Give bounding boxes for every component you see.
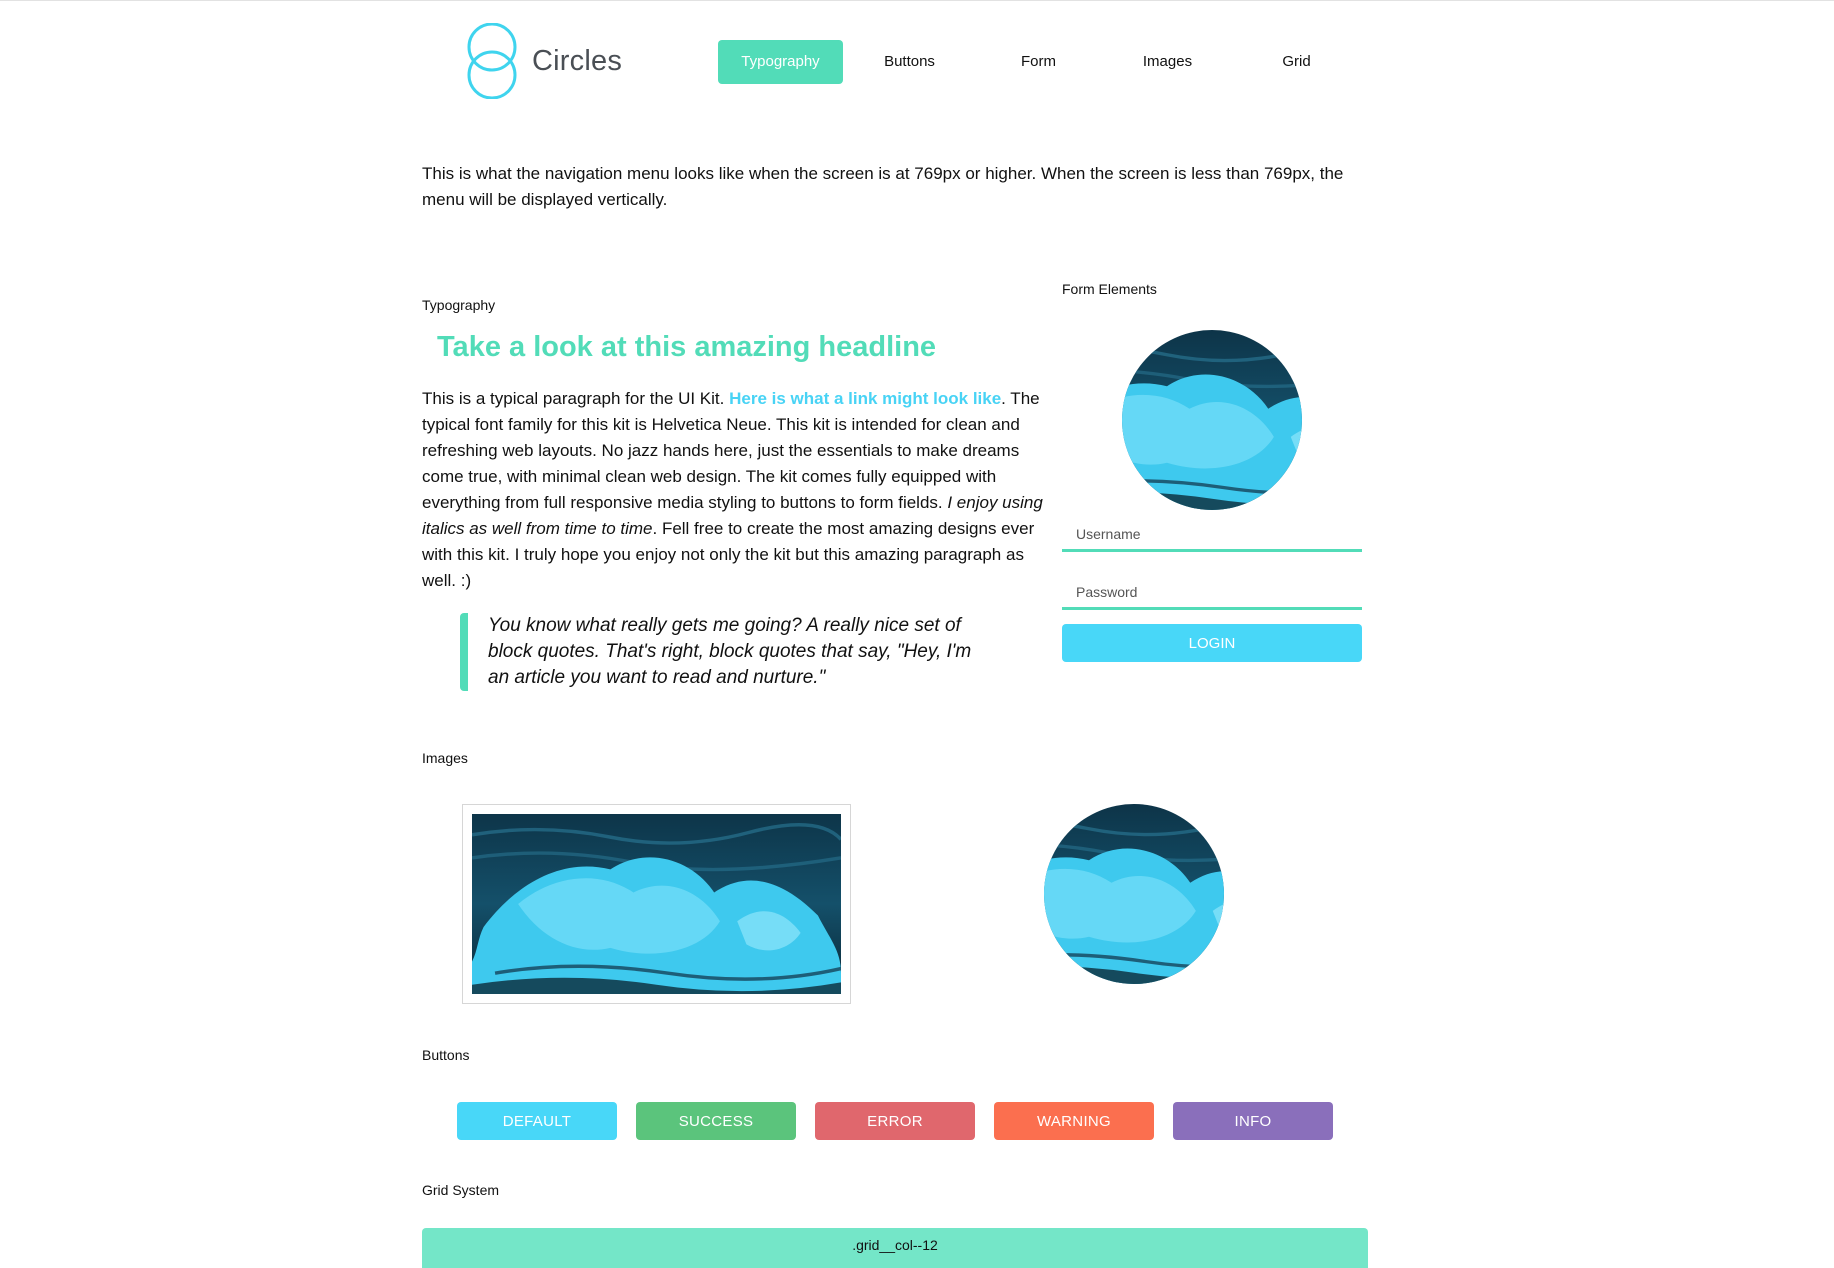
grid-column-12: .grid__col--12 — [422, 1228, 1368, 1268]
circles-logo-icon — [467, 23, 517, 99]
login-button[interactable]: LOGIN — [1062, 624, 1362, 662]
wave-image — [1044, 804, 1224, 984]
brand-logo[interactable]: Circles — [464, 23, 622, 99]
typography-section-label: Typography — [422, 297, 496, 313]
avatar — [1122, 330, 1302, 510]
main-nav: Typography Buttons Form Images Grid — [718, 40, 1359, 84]
nav-item-typography[interactable]: Typography — [718, 40, 843, 84]
buttons-section-label: Buttons — [422, 1047, 470, 1063]
username-input[interactable] — [1062, 518, 1362, 552]
headline: Take a look at this amazing headline — [437, 331, 937, 363]
block-quote: You know what really gets me going? A re… — [460, 613, 980, 691]
intro-text: This is what the navigation menu looks l… — [422, 164, 1344, 209]
nav-item-images[interactable]: Images — [1105, 40, 1230, 84]
sample-link[interactable]: Here is what a link might look like — [729, 389, 1001, 408]
page-container: Circles Typography Buttons Form Images G… — [422, 1, 1368, 1268]
framed-image — [462, 804, 851, 1004]
wave-image — [1122, 330, 1302, 510]
error-button[interactable]: ERROR — [815, 1102, 975, 1140]
password-input[interactable] — [1062, 576, 1362, 610]
typography-paragraph: This is a typical paragraph for the UI K… — [422, 386, 1047, 594]
login-form: Form Elements LOGIN — [1062, 281, 1362, 662]
nav-item-buttons[interactable]: Buttons — [847, 40, 972, 84]
images-section-label: Images — [422, 750, 468, 766]
circle-image — [1044, 804, 1224, 984]
default-button[interactable]: DEFAULT — [457, 1102, 617, 1140]
brand-name: Circles — [532, 44, 623, 77]
warning-button[interactable]: WARNING — [994, 1102, 1154, 1140]
paragraph-text-start: This is a typical paragraph for the UI K… — [422, 389, 730, 408]
success-button[interactable]: SUCCESS — [636, 1102, 796, 1140]
nav-item-form[interactable]: Form — [976, 40, 1101, 84]
button-row: DEFAULT SUCCESS ERROR WARNING INFO — [457, 1102, 1333, 1140]
info-button[interactable]: INFO — [1173, 1102, 1333, 1140]
form-section-label: Form Elements — [1062, 281, 1157, 297]
wave-image — [472, 814, 841, 994]
nav-item-grid[interactable]: Grid — [1234, 40, 1359, 84]
grid-section-label: Grid System — [422, 1182, 500, 1198]
